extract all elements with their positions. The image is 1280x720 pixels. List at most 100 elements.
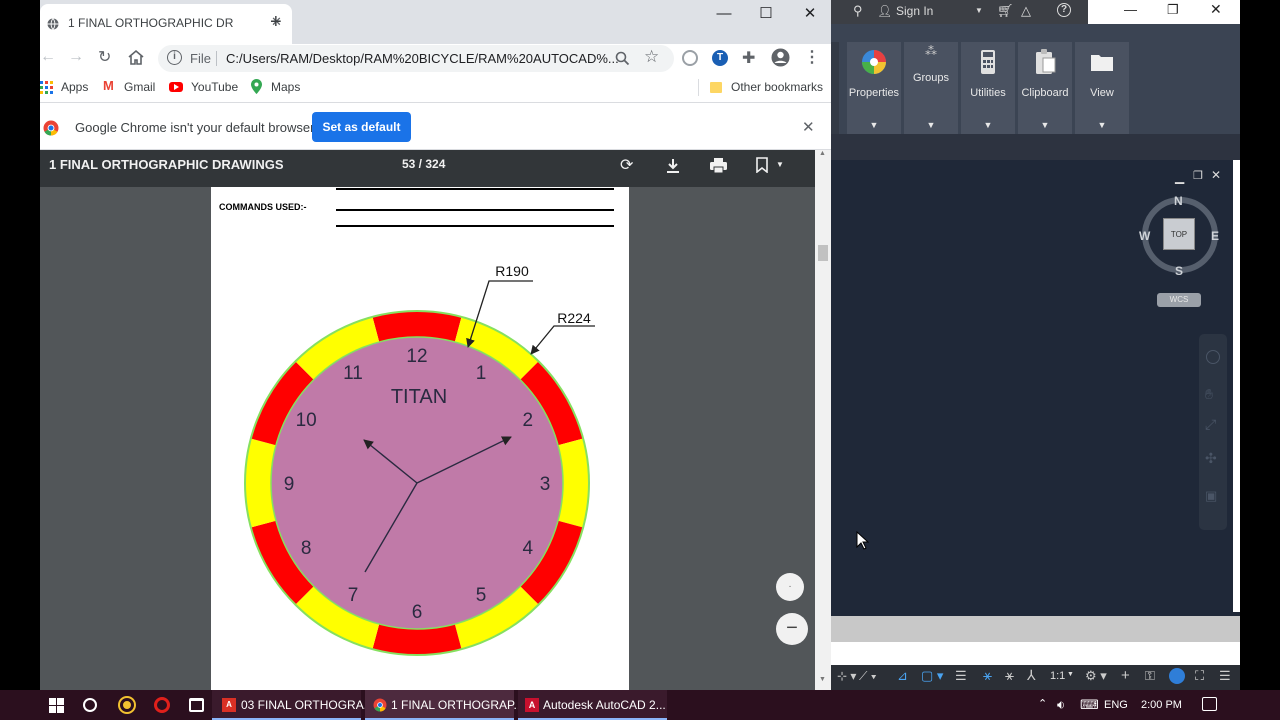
zoom-extents-icon[interactable]: ⤢: [1205, 416, 1216, 433]
ribbon-dropdown-icon[interactable]: ▼: [904, 120, 958, 130]
scroll-down-arrow[interactable]: ▼: [819, 676, 826, 683]
bookmark-dropdown-icon[interactable]: ▼: [776, 160, 784, 169]
bookmark-icon[interactable]: [756, 157, 768, 173]
taskbar-app-pdf[interactable]: A 03 FINAL ORTHOGRA...: [212, 690, 374, 720]
set-default-button[interactable]: Set as default: [312, 112, 411, 142]
compass-south[interactable]: S: [1175, 264, 1183, 278]
infobar-close-icon[interactable]: ✕: [802, 118, 815, 136]
scale-dropdown-icon[interactable]: ▼: [1067, 671, 1074, 678]
autocad-restore-button[interactable]: ❐: [1167, 2, 1179, 18]
zoom-out-button[interactable]: −: [776, 613, 808, 645]
taskbar-app-chrome[interactable]: 1 FINAL ORTHOGRAP...: [365, 690, 523, 720]
sign-in-dropdown-icon[interactable]: ▼: [975, 6, 983, 15]
compass-east[interactable]: E: [1211, 229, 1219, 243]
annotation-visibility-icon[interactable]: ⚹: [983, 667, 992, 684]
close-window-button[interactable]: ✕: [787, 0, 831, 30]
norton-icon[interactable]: [120, 698, 134, 712]
steering-wheel-icon[interactable]: [1206, 350, 1220, 364]
fullscreen-icon[interactable]: ⛶: [1195, 668, 1204, 684]
reload-icon[interactable]: ↻: [98, 47, 111, 67]
polar-icon[interactable]: ⟋ ▾: [859, 669, 877, 684]
back-icon[interactable]: ←: [40, 48, 56, 66]
maximize-button[interactable]: ☐: [743, 0, 789, 30]
action-center-icon[interactable]: [1202, 697, 1217, 711]
pdf-viewer-area[interactable]: COMMANDS USED:- 12 1 2 3 4 5 6 7 8 9 10 11 TITAN R: [40, 187, 815, 690]
wcs-menu[interactable]: WCS: [1157, 293, 1201, 307]
autodesk-a360-icon[interactable]: △: [1021, 3, 1031, 19]
units-icon[interactable]: ⚿: [1145, 668, 1155, 684]
minimize-button[interactable]: —: [701, 0, 747, 30]
bookmark-apps[interactable]: Apps: [61, 80, 88, 94]
volume-icon[interactable]: 🔉︎: [1057, 697, 1065, 713]
scroll-up-arrow[interactable]: ▲: [819, 150, 826, 157]
apps-grid-icon[interactable]: [40, 81, 53, 94]
bookmark-star-icon[interactable]: ☆: [644, 47, 659, 67]
ribbon-dropdown-icon[interactable]: ▼: [961, 120, 1015, 130]
bookmark-youtube[interactable]: YouTube: [191, 80, 238, 94]
extension-t-icon[interactable]: T: [712, 50, 728, 66]
autocad-close-button[interactable]: ✕: [1210, 1, 1222, 18]
drawing-viewport[interactable]: ▁ ❐ ✕ TOP N S E W WCS ✋︎ ⤢ ✣ ▣: [831, 160, 1233, 612]
compass-west[interactable]: W: [1139, 229, 1150, 243]
scale-value[interactable]: 1:1: [1050, 670, 1065, 682]
lineweight-icon[interactable]: ☰: [955, 668, 967, 684]
extensions-puzzle-icon[interactable]: ✚: [742, 48, 755, 68]
isodraft-icon[interactable]: ⊿: [897, 668, 908, 684]
forward-icon[interactable]: →: [68, 48, 84, 66]
workspace-gear-icon[interactable]: ⚙ ▾: [1085, 668, 1107, 684]
tray-chevron-icon[interactable]: ⌃: [1038, 697, 1047, 710]
file-explorer-icon[interactable]: [189, 698, 204, 712]
scrollbar-thumb[interactable]: [818, 245, 828, 261]
ribbon-dropdown-icon[interactable]: ▼: [1018, 120, 1072, 130]
viewcube-top-face[interactable]: TOP: [1163, 218, 1195, 250]
compass-north[interactable]: N: [1174, 194, 1183, 208]
bookmark-maps[interactable]: Maps: [271, 80, 300, 94]
auto-scale-icon[interactable]: ⚹: [1005, 667, 1014, 684]
taskbar-app-autocad[interactable]: A Autodesk AutoCAD 2...: [518, 690, 667, 720]
home-icon[interactable]: [127, 49, 145, 66]
isolate-objects-icon[interactable]: [1169, 668, 1185, 684]
snap-icon[interactable]: ⊹ ▾: [837, 669, 856, 683]
opera-icon[interactable]: [154, 697, 170, 713]
pdf-scrollbar[interactable]: ▲ ▼: [815, 150, 831, 690]
object-snap-icon[interactable]: ▢ ▾: [921, 668, 943, 684]
viewport-restore-icon[interactable]: ❐: [1193, 169, 1203, 182]
viewport-minimize-icon[interactable]: ▁: [1175, 170, 1184, 184]
binoculars-icon[interactable]: ⚲: [853, 3, 863, 19]
other-bookmarks[interactable]: Other bookmarks: [731, 80, 823, 94]
cart-icon[interactable]: 🛒︎: [997, 3, 1014, 19]
annotation-monitor-icon[interactable]: +: [1121, 667, 1130, 684]
rotate-icon[interactable]: ⟳: [620, 155, 633, 175]
customization-menu-icon[interactable]: ☰: [1219, 668, 1231, 684]
annotation-scale-icon[interactable]: ⅄: [1027, 667, 1036, 684]
help-icon[interactable]: ?: [1057, 3, 1071, 17]
sign-in-link[interactable]: Sign In: [896, 4, 933, 18]
clock-drawing: 121234567891011 TITAN R190 R224: [244, 263, 595, 656]
pan-icon[interactable]: ✋︎: [1205, 386, 1213, 403]
windows-start-icon[interactable]: [49, 698, 64, 713]
showmotion-icon[interactable]: ▣: [1205, 488, 1217, 504]
pdf-page-counter[interactable]: 53 / 324: [402, 157, 445, 171]
ribbon-dropdown-icon[interactable]: ▼: [1075, 120, 1129, 130]
print-icon[interactable]: [710, 158, 727, 174]
viewport-close-icon[interactable]: ✕: [1211, 168, 1221, 182]
zoom-icon[interactable]: [615, 51, 630, 66]
address-bar[interactable]: i File C:/Users/RAM/Desktop/RAM%20BICYCL…: [158, 45, 674, 72]
bookmark-gmail[interactable]: Gmail: [124, 80, 155, 94]
cortana-search-icon[interactable]: [83, 698, 97, 712]
chrome-menu-icon[interactable]: ⋮: [804, 47, 820, 67]
new-tab-button[interactable]: +: [270, 12, 282, 32]
command-line[interactable]: [831, 616, 1240, 642]
ribbon-dropdown-icon[interactable]: ▼: [847, 120, 901, 130]
info-icon[interactable]: i: [167, 50, 182, 65]
browser-tab[interactable]: 1 FINAL ORTHOGRAPHIC DRAWI… ✕: [40, 4, 292, 44]
profile-icon[interactable]: [771, 48, 790, 67]
language-indicator[interactable]: ENG: [1104, 690, 1128, 720]
orbit-icon[interactable]: ✣: [1205, 450, 1217, 467]
autocad-minimize-button[interactable]: —: [1124, 2, 1137, 17]
clock-time[interactable]: 2:00 PM: [1141, 690, 1182, 720]
pdf-fit-button[interactable]: ·: [776, 573, 804, 601]
network-icon[interactable]: ⌨: [1080, 697, 1099, 713]
extension-disabled-icon[interactable]: [682, 50, 698, 66]
download-icon[interactable]: [666, 159, 680, 175]
